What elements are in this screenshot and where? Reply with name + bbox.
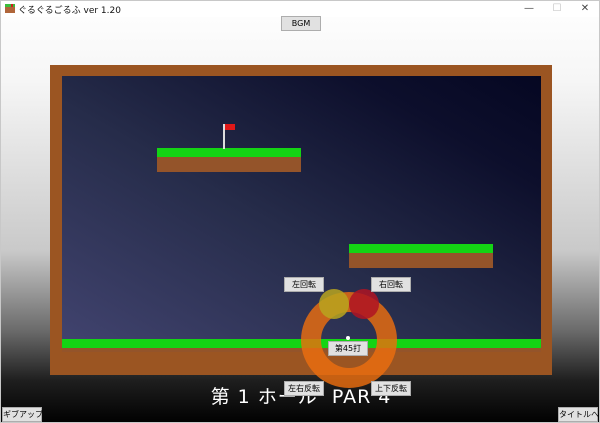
platform-dirt: [157, 157, 301, 172]
bgm-button[interactable]: BGM: [281, 16, 321, 31]
close-button[interactable]: ✕: [571, 1, 599, 17]
give-up-button[interactable]: ギブアップ: [2, 407, 43, 422]
rotate-right-button[interactable]: 右回転: [371, 277, 411, 292]
platform-dirt: [349, 253, 493, 268]
maximize-button[interactable]: ☐: [543, 1, 571, 17]
minimize-button[interactable]: —: [515, 1, 543, 17]
flag-icon: [225, 124, 235, 130]
golf-ball: [346, 336, 350, 340]
platform-grass: [157, 148, 301, 157]
rotate-left-button[interactable]: 左回転: [284, 277, 324, 292]
shot-button[interactable]: 第45打: [328, 341, 368, 356]
right-platform: [349, 244, 493, 268]
title-bar: ぐるぐるごるふ ver 1.20 — ☐ ✕: [1, 1, 599, 17]
rotate-right-knob[interactable]: [349, 289, 379, 319]
window-title: ぐるぐるごるふ ver 1.20: [18, 6, 121, 16]
rotate-left-knob[interactable]: [319, 289, 349, 319]
app-icon: [5, 4, 15, 13]
upper-left-platform: [157, 148, 301, 172]
game-window: ぐるぐるごるふ ver 1.20 — ☐ ✕ BGM 左回転 右回転 第45打 …: [0, 0, 600, 423]
to-title-button[interactable]: タイトルへ: [558, 407, 599, 422]
flip-vertical-button[interactable]: 上下反転: [371, 381, 411, 396]
platform-grass: [349, 244, 493, 253]
course-background: [62, 76, 541, 352]
flip-horizontal-button[interactable]: 左右反転: [284, 381, 324, 396]
